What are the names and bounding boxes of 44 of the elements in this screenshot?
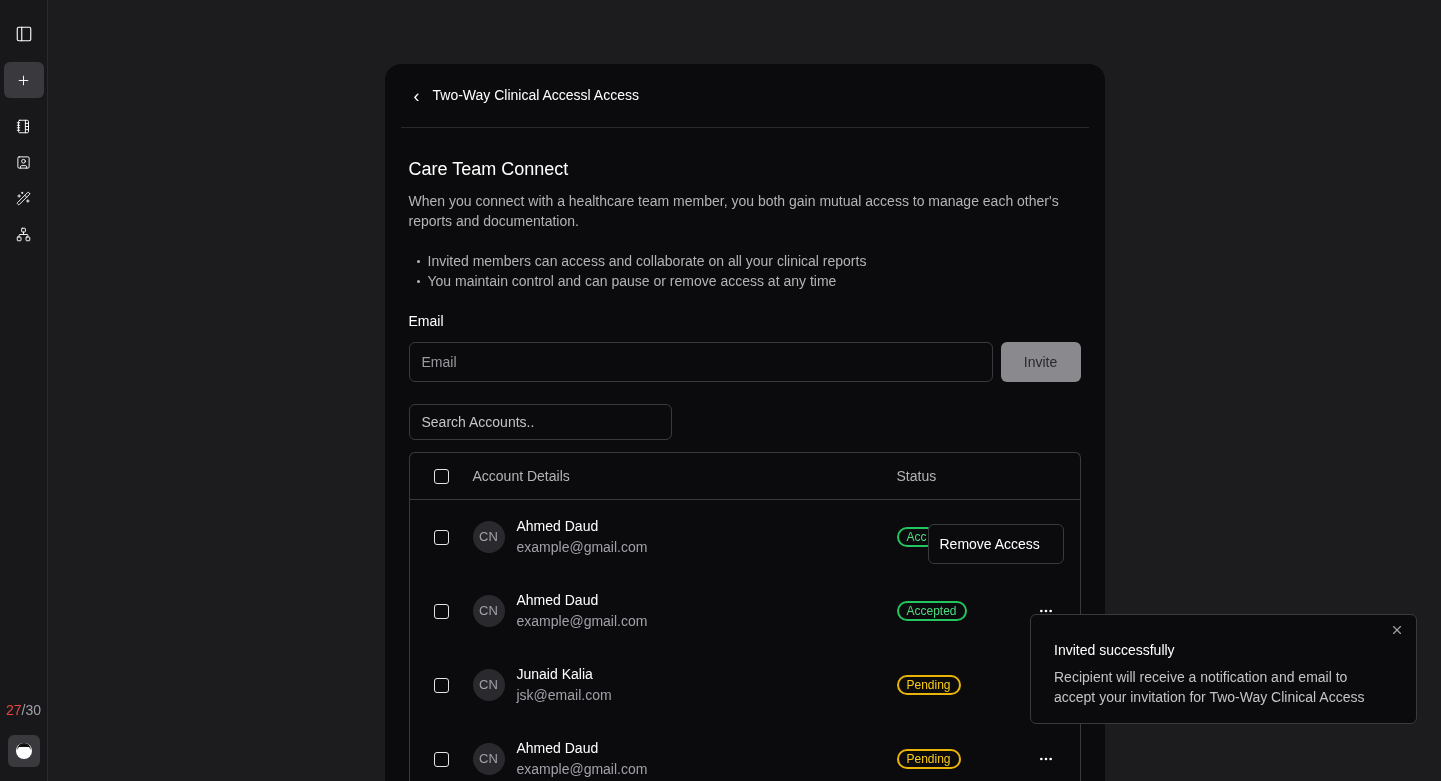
account-email: jsk@email.com bbox=[516, 686, 613, 705]
account-name: Ahmed Daud bbox=[516, 739, 600, 758]
page-title: Two-Way Clinical Accessl Access bbox=[432, 86, 639, 105]
section-description: When you connect with a healthcare team member, you both gain mutual access to manage each other's reports and documentation. bbox=[408, 192, 1060, 231]
bullet-icon bbox=[416, 259, 420, 263]
network-icon bbox=[16, 226, 31, 242]
bullet-icon bbox=[416, 279, 420, 283]
field-label: Email bbox=[408, 312, 445, 331]
checkbox[interactable] bbox=[433, 677, 449, 693]
toast-message: Recipient will receive a notification and email to accept your invitation for Two-Way Clinical Access bbox=[1054, 668, 1366, 707]
status-tag: Pending bbox=[896, 675, 961, 695]
usage-counter: 27/30 bbox=[5, 701, 41, 720]
account-name: Junaid Kalia bbox=[516, 665, 594, 684]
toast-title: Invited successfully bbox=[1054, 641, 1176, 660]
plus-icon bbox=[16, 72, 31, 88]
magic-wand-icon bbox=[16, 190, 31, 206]
status-tag: Accepted bbox=[896, 601, 967, 621]
checkbox[interactable] bbox=[433, 529, 449, 545]
section-title: Care Team Connect bbox=[408, 158, 570, 181]
search-field[interactable]: Search Accounts.. bbox=[408, 404, 672, 440]
checkbox[interactable] bbox=[433, 468, 449, 484]
avatar-initials: CN bbox=[472, 743, 505, 775]
account-email: example@gmail.com bbox=[516, 760, 649, 779]
checkbox[interactable] bbox=[433, 751, 449, 767]
avatar-initials: CN bbox=[472, 595, 505, 627]
bullet-item: You maintain control and can pause or remove access at any time bbox=[427, 272, 837, 291]
status-tag: Pending bbox=[896, 749, 961, 769]
avatar-initials: CN bbox=[472, 669, 505, 701]
column-header: Status bbox=[896, 466, 937, 486]
avatar-button[interactable] bbox=[7, 735, 40, 767]
close-button[interactable] bbox=[1390, 623, 1404, 637]
checkbox[interactable] bbox=[433, 603, 449, 619]
account-name: Ahmed Daud bbox=[516, 591, 600, 610]
bullet-item: Invited members can access and collaborate on all your clinical reports bbox=[427, 252, 867, 271]
contact-book-icon bbox=[16, 154, 31, 170]
notebook-icon bbox=[16, 118, 31, 134]
account-name: Ahmed Daud bbox=[516, 517, 600, 536]
avatar-initials: CN bbox=[472, 521, 505, 553]
account-email: example@gmail.com bbox=[516, 612, 649, 631]
avatar-icon bbox=[14, 742, 33, 760]
account-email: example@gmail.com bbox=[516, 538, 649, 557]
sidebar-toggle-icon bbox=[14, 25, 33, 43]
column-header: Account Details bbox=[472, 466, 571, 486]
back-button[interactable]: ‹ bbox=[408, 86, 425, 105]
